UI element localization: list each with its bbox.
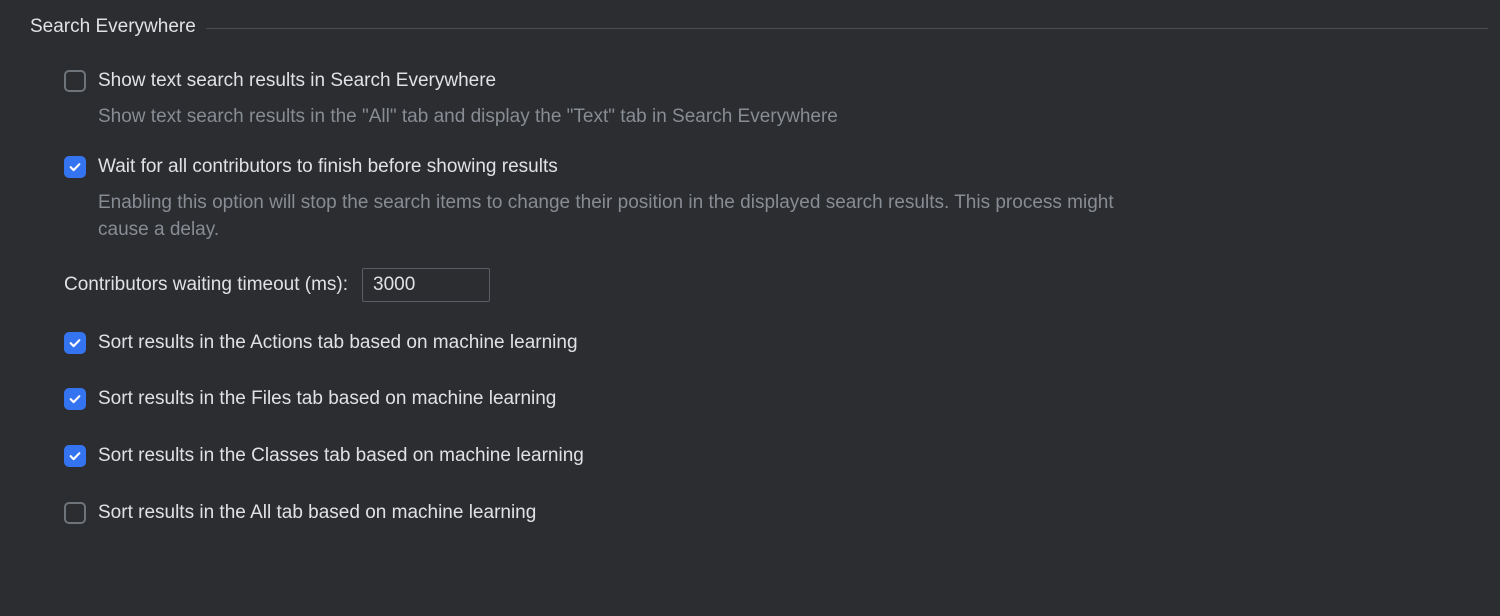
label-timeout: Contributors waiting timeout (ms): (64, 274, 348, 296)
checkmark-icon (68, 449, 82, 463)
checkbox-show-text-results[interactable] (64, 70, 86, 92)
checkmark-icon (68, 336, 82, 350)
option-show-text-results-row: Show text search results in Search Every… (64, 68, 1488, 95)
group-title: Search Everywhere (12, 16, 206, 38)
settings-group: Search Everywhere Show text search resul… (12, 16, 1488, 526)
checkmark-icon (68, 392, 82, 406)
label-sort-all[interactable]: Sort results in the All tab based on mac… (98, 500, 536, 527)
checkbox-sort-files[interactable] (64, 388, 86, 410)
option-sort-actions-row: Sort results in the Actions tab based on… (64, 330, 1488, 357)
checkmark-icon (68, 160, 82, 174)
option-sort-all-row: Sort results in the All tab based on mac… (64, 500, 1488, 527)
checkbox-sort-actions[interactable] (64, 332, 86, 354)
label-sort-classes[interactable]: Sort results in the Classes tab based on… (98, 443, 584, 470)
label-sort-actions[interactable]: Sort results in the Actions tab based on… (98, 330, 578, 357)
option-sort-files-row: Sort results in the Files tab based on m… (64, 386, 1488, 413)
label-sort-files[interactable]: Sort results in the Files tab based on m… (98, 386, 556, 413)
timeout-field-row: Contributors waiting timeout (ms): (64, 268, 1488, 302)
checkbox-wait-contributors[interactable] (64, 156, 86, 178)
checkbox-sort-classes[interactable] (64, 445, 86, 467)
description-show-text-results: Show text search results in the "All" ta… (98, 103, 1153, 131)
option-wait-contributors-row: Wait for all contributors to finish befo… (64, 154, 1488, 181)
label-wait-contributors[interactable]: Wait for all contributors to finish befo… (98, 154, 558, 181)
checkbox-sort-all[interactable] (64, 502, 86, 524)
description-wait-contributors: Enabling this option will stop the searc… (98, 189, 1153, 244)
group-divider (12, 28, 1488, 29)
label-show-text-results[interactable]: Show text search results in Search Every… (98, 68, 496, 95)
input-timeout[interactable] (362, 268, 490, 302)
option-sort-classes-row: Sort results in the Classes tab based on… (64, 443, 1488, 470)
group-body: Show text search results in Search Every… (12, 38, 1488, 526)
